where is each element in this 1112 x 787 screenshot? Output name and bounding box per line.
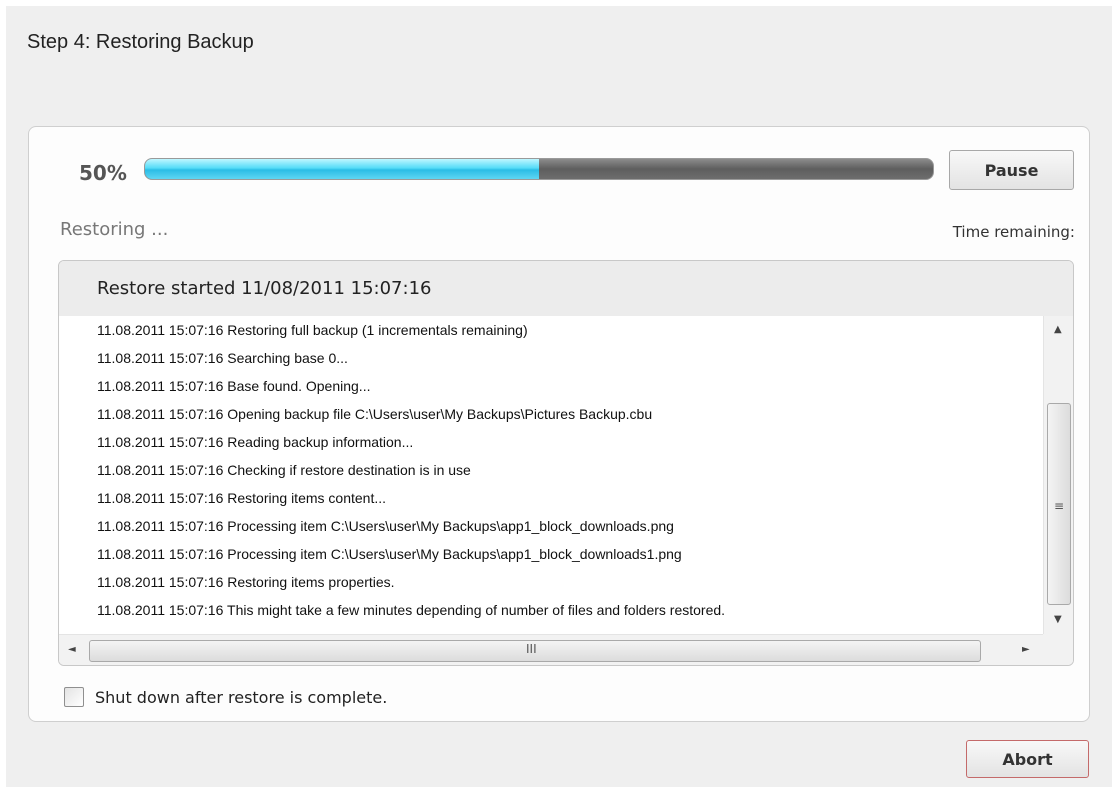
scroll-up-icon[interactable]: ▲ bbox=[1054, 324, 1062, 335]
status-text: Restoring ... bbox=[60, 219, 169, 240]
scroll-down-icon[interactable]: ▼ bbox=[1054, 614, 1062, 625]
log-header: Restore started 11/08/2011 15:07:16 bbox=[59, 261, 1073, 316]
log-line: 11.08.2011 15:07:16 Restoring full backu… bbox=[97, 322, 528, 338]
log-line: 11.08.2011 15:07:16 Restoring items cont… bbox=[97, 490, 387, 506]
restore-panel: 50% Pause Restoring ... Time remaining: … bbox=[28, 126, 1090, 722]
abort-button[interactable]: Abort bbox=[966, 740, 1089, 778]
log-list: 11.08.2011 15:07:16 Restoring full backu… bbox=[59, 316, 1043, 634]
log-line: 11.08.2011 15:07:16 Opening backup file … bbox=[97, 406, 653, 422]
log-line: 11.08.2011 15:07:16 Restoring items prop… bbox=[97, 574, 395, 590]
log-line: 11.08.2011 15:07:16 Processing item C:\U… bbox=[97, 518, 674, 534]
horizontal-scrollbar[interactable]: ◄ III ► bbox=[59, 634, 1043, 665]
log-line: 11.08.2011 15:07:16 Searching base 0... bbox=[97, 350, 348, 366]
shutdown-checkbox-label[interactable]: Shut down after restore is complete. bbox=[95, 688, 387, 707]
page-title: Step 4: Restoring Backup bbox=[27, 31, 254, 53]
progress-percent: 50% bbox=[79, 161, 127, 185]
log-line: 11.08.2011 15:07:16 Checking if restore … bbox=[97, 462, 471, 478]
log-header-text: Restore started 11/08/2011 15:07:16 bbox=[97, 278, 432, 299]
shutdown-checkbox[interactable] bbox=[64, 687, 84, 707]
progress-bar-fill bbox=[145, 159, 539, 179]
horizontal-scroll-thumb[interactable]: III bbox=[89, 640, 981, 662]
restore-window: Step 4: Restoring Backup 50% Pause Resto… bbox=[6, 6, 1112, 787]
scrollbar-corner bbox=[1043, 634, 1073, 665]
log-panel: Restore started 11/08/2011 15:07:16 11.0… bbox=[58, 260, 1074, 666]
grip-icon: III bbox=[526, 642, 537, 656]
vertical-scroll-thumb[interactable]: ≡ bbox=[1047, 403, 1071, 605]
grip-icon: ≡ bbox=[1054, 499, 1065, 513]
progress-bar bbox=[144, 158, 934, 180]
log-line: 11.08.2011 15:07:16 Base found. Opening.… bbox=[97, 378, 371, 394]
time-remaining-label: Time remaining: bbox=[952, 223, 1075, 241]
scroll-right-icon[interactable]: ► bbox=[1022, 644, 1030, 655]
log-line: 11.08.2011 15:07:16 This might take a fe… bbox=[97, 602, 726, 618]
scroll-left-icon[interactable]: ◄ bbox=[68, 644, 76, 655]
pause-button[interactable]: Pause bbox=[949, 150, 1074, 190]
log-line: 11.08.2011 15:07:16 Reading backup infor… bbox=[97, 434, 414, 450]
log-line: 11.08.2011 15:07:16 Processing item C:\U… bbox=[97, 546, 682, 562]
vertical-scrollbar[interactable]: ▲ ≡ ▼ bbox=[1043, 316, 1073, 634]
